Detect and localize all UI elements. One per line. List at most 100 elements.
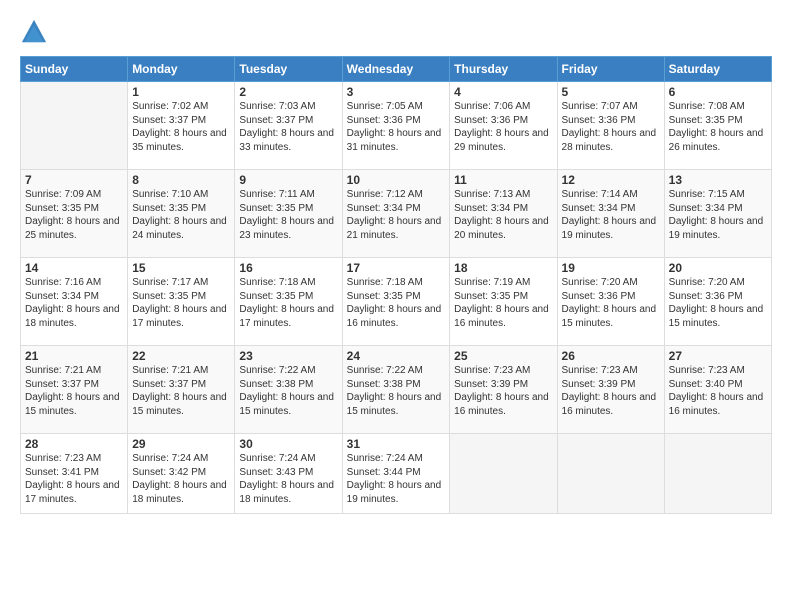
day-info: Sunrise: 7:20 AMSunset: 3:36 PMDaylight:… bbox=[562, 276, 660, 330]
day-number: 9 bbox=[239, 173, 337, 187]
day-cell bbox=[450, 434, 557, 514]
day-info: Sunrise: 7:23 AMSunset: 3:40 PMDaylight:… bbox=[669, 364, 767, 418]
calendar-body: 1Sunrise: 7:02 AMSunset: 3:37 PMDaylight… bbox=[21, 82, 772, 514]
day-cell: 18Sunrise: 7:19 AMSunset: 3:35 PMDayligh… bbox=[450, 258, 557, 346]
day-cell: 19Sunrise: 7:20 AMSunset: 3:36 PMDayligh… bbox=[557, 258, 664, 346]
day-number: 27 bbox=[669, 349, 767, 363]
day-cell bbox=[664, 434, 771, 514]
day-info: Sunrise: 7:02 AMSunset: 3:37 PMDaylight:… bbox=[132, 100, 230, 154]
day-info: Sunrise: 7:20 AMSunset: 3:36 PMDaylight:… bbox=[669, 276, 767, 330]
col-header-saturday: Saturday bbox=[664, 57, 771, 82]
day-cell bbox=[557, 434, 664, 514]
header-row: SundayMondayTuesdayWednesdayThursdayFrid… bbox=[21, 57, 772, 82]
day-number: 11 bbox=[454, 173, 552, 187]
day-info: Sunrise: 7:21 AMSunset: 3:37 PMDaylight:… bbox=[25, 364, 123, 418]
page: SundayMondayTuesdayWednesdayThursdayFrid… bbox=[0, 0, 792, 612]
day-cell: 6Sunrise: 7:08 AMSunset: 3:35 PMDaylight… bbox=[664, 82, 771, 170]
day-info: Sunrise: 7:18 AMSunset: 3:35 PMDaylight:… bbox=[347, 276, 446, 330]
day-number: 31 bbox=[347, 437, 446, 451]
day-number: 7 bbox=[25, 173, 123, 187]
day-info: Sunrise: 7:05 AMSunset: 3:36 PMDaylight:… bbox=[347, 100, 446, 154]
day-cell: 16Sunrise: 7:18 AMSunset: 3:35 PMDayligh… bbox=[235, 258, 342, 346]
day-cell: 17Sunrise: 7:18 AMSunset: 3:35 PMDayligh… bbox=[342, 258, 450, 346]
day-info: Sunrise: 7:14 AMSunset: 3:34 PMDaylight:… bbox=[562, 188, 660, 242]
col-header-tuesday: Tuesday bbox=[235, 57, 342, 82]
day-number: 23 bbox=[239, 349, 337, 363]
day-cell: 11Sunrise: 7:13 AMSunset: 3:34 PMDayligh… bbox=[450, 170, 557, 258]
day-cell: 10Sunrise: 7:12 AMSunset: 3:34 PMDayligh… bbox=[342, 170, 450, 258]
day-cell: 27Sunrise: 7:23 AMSunset: 3:40 PMDayligh… bbox=[664, 346, 771, 434]
logo bbox=[20, 18, 50, 46]
day-number: 25 bbox=[454, 349, 552, 363]
day-info: Sunrise: 7:15 AMSunset: 3:34 PMDaylight:… bbox=[669, 188, 767, 242]
day-cell: 26Sunrise: 7:23 AMSunset: 3:39 PMDayligh… bbox=[557, 346, 664, 434]
col-header-monday: Monday bbox=[128, 57, 235, 82]
day-number: 5 bbox=[562, 85, 660, 99]
day-number: 2 bbox=[239, 85, 337, 99]
day-number: 3 bbox=[347, 85, 446, 99]
day-number: 30 bbox=[239, 437, 337, 451]
col-header-wednesday: Wednesday bbox=[342, 57, 450, 82]
day-cell: 5Sunrise: 7:07 AMSunset: 3:36 PMDaylight… bbox=[557, 82, 664, 170]
day-number: 19 bbox=[562, 261, 660, 275]
logo-icon bbox=[20, 18, 48, 46]
day-info: Sunrise: 7:19 AMSunset: 3:35 PMDaylight:… bbox=[454, 276, 552, 330]
day-cell: 15Sunrise: 7:17 AMSunset: 3:35 PMDayligh… bbox=[128, 258, 235, 346]
day-number: 10 bbox=[347, 173, 446, 187]
calendar-header: SundayMondayTuesdayWednesdayThursdayFrid… bbox=[21, 57, 772, 82]
day-number: 15 bbox=[132, 261, 230, 275]
day-info: Sunrise: 7:08 AMSunset: 3:35 PMDaylight:… bbox=[669, 100, 767, 154]
day-cell: 31Sunrise: 7:24 AMSunset: 3:44 PMDayligh… bbox=[342, 434, 450, 514]
day-cell: 22Sunrise: 7:21 AMSunset: 3:37 PMDayligh… bbox=[128, 346, 235, 434]
calendar-table: SundayMondayTuesdayWednesdayThursdayFrid… bbox=[20, 56, 772, 514]
day-number: 6 bbox=[669, 85, 767, 99]
day-cell: 25Sunrise: 7:23 AMSunset: 3:39 PMDayligh… bbox=[450, 346, 557, 434]
day-cell: 12Sunrise: 7:14 AMSunset: 3:34 PMDayligh… bbox=[557, 170, 664, 258]
header bbox=[20, 18, 772, 46]
day-number: 18 bbox=[454, 261, 552, 275]
week-row-5: 28Sunrise: 7:23 AMSunset: 3:41 PMDayligh… bbox=[21, 434, 772, 514]
day-cell: 21Sunrise: 7:21 AMSunset: 3:37 PMDayligh… bbox=[21, 346, 128, 434]
col-header-thursday: Thursday bbox=[450, 57, 557, 82]
day-cell: 13Sunrise: 7:15 AMSunset: 3:34 PMDayligh… bbox=[664, 170, 771, 258]
day-number: 20 bbox=[669, 261, 767, 275]
day-info: Sunrise: 7:17 AMSunset: 3:35 PMDaylight:… bbox=[132, 276, 230, 330]
day-info: Sunrise: 7:22 AMSunset: 3:38 PMDaylight:… bbox=[347, 364, 446, 418]
col-header-sunday: Sunday bbox=[21, 57, 128, 82]
day-info: Sunrise: 7:23 AMSunset: 3:41 PMDaylight:… bbox=[25, 452, 123, 506]
col-header-friday: Friday bbox=[557, 57, 664, 82]
day-cell: 23Sunrise: 7:22 AMSunset: 3:38 PMDayligh… bbox=[235, 346, 342, 434]
day-number: 22 bbox=[132, 349, 230, 363]
day-info: Sunrise: 7:23 AMSunset: 3:39 PMDaylight:… bbox=[562, 364, 660, 418]
day-cell: 1Sunrise: 7:02 AMSunset: 3:37 PMDaylight… bbox=[128, 82, 235, 170]
day-info: Sunrise: 7:24 AMSunset: 3:43 PMDaylight:… bbox=[239, 452, 337, 506]
day-number: 17 bbox=[347, 261, 446, 275]
day-cell: 20Sunrise: 7:20 AMSunset: 3:36 PMDayligh… bbox=[664, 258, 771, 346]
day-info: Sunrise: 7:22 AMSunset: 3:38 PMDaylight:… bbox=[239, 364, 337, 418]
day-cell: 3Sunrise: 7:05 AMSunset: 3:36 PMDaylight… bbox=[342, 82, 450, 170]
day-number: 1 bbox=[132, 85, 230, 99]
day-cell: 29Sunrise: 7:24 AMSunset: 3:42 PMDayligh… bbox=[128, 434, 235, 514]
day-number: 12 bbox=[562, 173, 660, 187]
day-info: Sunrise: 7:06 AMSunset: 3:36 PMDaylight:… bbox=[454, 100, 552, 154]
week-row-2: 7Sunrise: 7:09 AMSunset: 3:35 PMDaylight… bbox=[21, 170, 772, 258]
week-row-3: 14Sunrise: 7:16 AMSunset: 3:34 PMDayligh… bbox=[21, 258, 772, 346]
day-cell: 2Sunrise: 7:03 AMSunset: 3:37 PMDaylight… bbox=[235, 82, 342, 170]
day-info: Sunrise: 7:03 AMSunset: 3:37 PMDaylight:… bbox=[239, 100, 337, 154]
day-info: Sunrise: 7:12 AMSunset: 3:34 PMDaylight:… bbox=[347, 188, 446, 242]
day-info: Sunrise: 7:24 AMSunset: 3:42 PMDaylight:… bbox=[132, 452, 230, 506]
day-number: 28 bbox=[25, 437, 123, 451]
day-cell: 9Sunrise: 7:11 AMSunset: 3:35 PMDaylight… bbox=[235, 170, 342, 258]
week-row-1: 1Sunrise: 7:02 AMSunset: 3:37 PMDaylight… bbox=[21, 82, 772, 170]
day-info: Sunrise: 7:23 AMSunset: 3:39 PMDaylight:… bbox=[454, 364, 552, 418]
day-cell: 14Sunrise: 7:16 AMSunset: 3:34 PMDayligh… bbox=[21, 258, 128, 346]
day-number: 21 bbox=[25, 349, 123, 363]
day-number: 13 bbox=[669, 173, 767, 187]
day-number: 26 bbox=[562, 349, 660, 363]
day-cell: 7Sunrise: 7:09 AMSunset: 3:35 PMDaylight… bbox=[21, 170, 128, 258]
day-info: Sunrise: 7:21 AMSunset: 3:37 PMDaylight:… bbox=[132, 364, 230, 418]
day-info: Sunrise: 7:18 AMSunset: 3:35 PMDaylight:… bbox=[239, 276, 337, 330]
day-info: Sunrise: 7:10 AMSunset: 3:35 PMDaylight:… bbox=[132, 188, 230, 242]
day-cell: 24Sunrise: 7:22 AMSunset: 3:38 PMDayligh… bbox=[342, 346, 450, 434]
day-info: Sunrise: 7:11 AMSunset: 3:35 PMDaylight:… bbox=[239, 188, 337, 242]
